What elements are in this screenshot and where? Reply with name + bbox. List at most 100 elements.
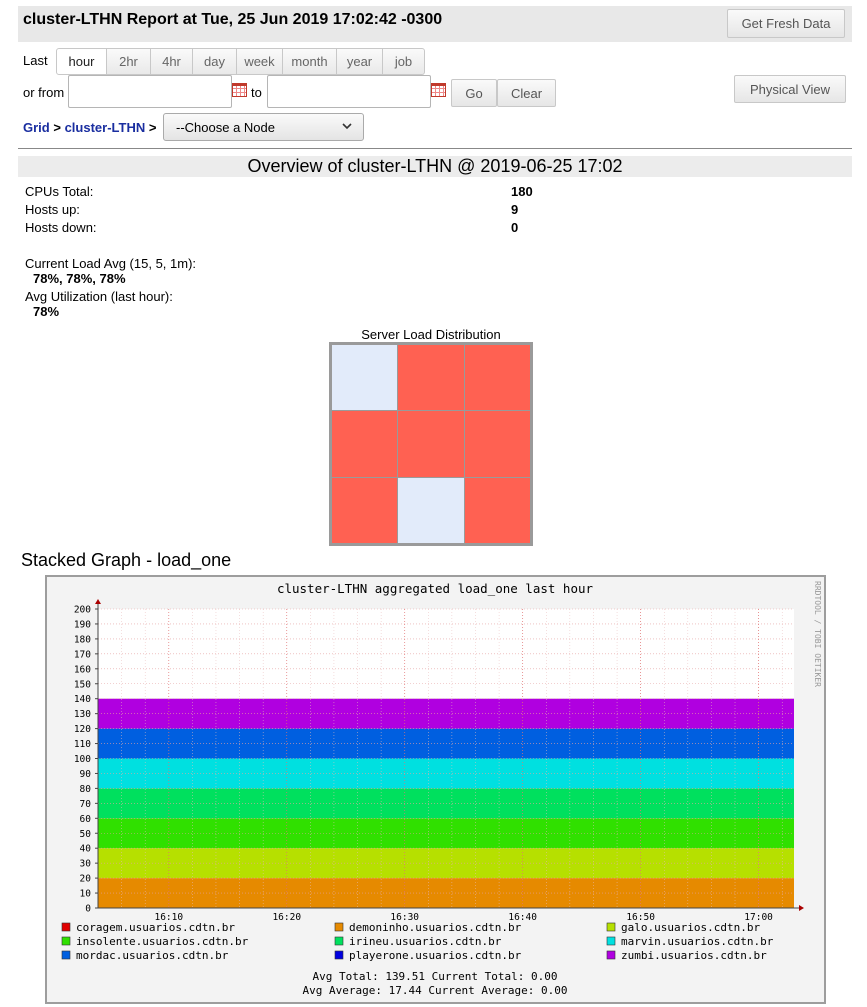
y-tick-label: 20	[80, 874, 92, 885]
legend-swatch	[61, 936, 71, 946]
get-fresh-data-button[interactable]: Get Fresh Data	[727, 9, 845, 38]
chart-watermark: RRDTOOL / TOBI OETIKER	[813, 581, 822, 687]
breadcrumb-cluster-link[interactable]: cluster-LTHN	[65, 120, 146, 135]
to-date-input[interactable]	[267, 75, 431, 108]
legend-label: demoninho.usuarios.cdtn.br	[349, 921, 522, 934]
legend-swatch	[334, 950, 344, 960]
breadcrumb-grid-link[interactable]: Grid	[23, 120, 50, 135]
hosts-up-value: 9	[511, 202, 519, 217]
legend-swatch	[606, 936, 616, 946]
y-tick-label: 120	[74, 724, 91, 735]
avg-utilization-value: 78%	[33, 304, 60, 319]
server-load-cell[interactable]	[464, 411, 530, 477]
y-tick-label: 130	[74, 709, 91, 720]
y-tick-label: 100	[74, 754, 91, 765]
server-load-cell[interactable]	[398, 477, 464, 543]
server-load-cell[interactable]	[398, 345, 464, 411]
calendar-icon[interactable]	[431, 83, 446, 97]
y-tick-label: 110	[74, 739, 91, 750]
legend-label: playerone.usuarios.cdtn.br	[349, 949, 522, 962]
chart-title: cluster-LTHN aggregated load_one last ho…	[277, 581, 594, 596]
range-button-2hr[interactable]: 2hr	[107, 48, 151, 75]
load-one-graph[interactable]: cluster-LTHN aggregated load_one last ho…	[45, 575, 826, 1004]
y-tick-label: 70	[80, 799, 92, 810]
chevron-down-icon	[342, 123, 352, 130]
y-tick-label: 180	[74, 634, 91, 645]
server-load-cell[interactable]	[332, 345, 398, 411]
range-button-4hr[interactable]: 4hr	[151, 48, 193, 75]
averages-summary: Avg Average: 17.44 Current Average: 0.00	[303, 984, 568, 997]
last-label: Last	[23, 53, 48, 68]
legend-swatch	[61, 922, 71, 932]
hosts-down-label: Hosts down:	[25, 220, 97, 235]
hosts-up-label: Hosts up:	[25, 202, 80, 217]
hosts-down-value: 0	[511, 220, 519, 235]
server-load-heatmap	[329, 342, 533, 546]
y-tick-label: 80	[80, 784, 92, 795]
legend-swatch	[606, 922, 616, 932]
or-from-label: or from	[23, 85, 65, 100]
y-axis-arrow	[95, 599, 101, 604]
legend-label: insolente.usuarios.cdtn.br	[76, 935, 249, 948]
physical-view-button[interactable]: Physical View	[734, 75, 846, 103]
y-tick-label: 90	[80, 769, 92, 780]
server-load-title: Server Load Distribution	[361, 327, 501, 342]
clear-button[interactable]: Clear	[497, 79, 556, 107]
overview-title: Overview of cluster-LTHN @ 2019-06-25 17…	[18, 156, 852, 177]
server-load-cell[interactable]	[332, 477, 398, 543]
range-button-year[interactable]: year	[337, 48, 383, 75]
legend-label: coragem.usuarios.cdtn.br	[76, 921, 235, 934]
y-tick-label: 50	[80, 829, 92, 840]
range-button-job[interactable]: job	[383, 48, 425, 75]
y-tick-label: 140	[74, 694, 91, 705]
legend-label: marvin.usuarios.cdtn.br	[621, 935, 774, 948]
range-button-week[interactable]: week	[237, 48, 283, 75]
node-select-value: --Choose a Node	[176, 119, 275, 135]
legend-swatch	[61, 950, 71, 960]
legend-label: zumbi.usuarios.cdtn.br	[621, 949, 767, 962]
report-header: cluster-LTHN Report at Tue, 25 Jun 2019 …	[18, 6, 852, 42]
server-load-cell[interactable]	[464, 345, 530, 411]
from-date-input[interactable]	[68, 75, 232, 108]
report-title: cluster-LTHN Report at Tue, 25 Jun 2019 …	[23, 11, 443, 28]
node-select[interactable]: --Choose a Node	[163, 113, 364, 141]
cpus-total-label: CPUs Total:	[25, 184, 94, 199]
range-button-day[interactable]: day	[193, 48, 237, 75]
range-button-hour[interactable]: hour	[56, 48, 107, 75]
x-tick-label: 16:20	[272, 912, 301, 923]
y-tick-label: 0	[85, 904, 91, 915]
stacked-graph-title: Stacked Graph - load_one	[21, 550, 232, 570]
legend-label: galo.usuarios.cdtn.br	[621, 921, 760, 934]
go-button[interactable]: Go	[451, 79, 497, 107]
load-one-chart: cluster-LTHN aggregated load_one last ho…	[61, 581, 822, 997]
y-tick-label: 160	[74, 664, 91, 675]
range-button-month[interactable]: month	[283, 48, 337, 75]
y-tick-label: 150	[74, 679, 91, 690]
y-tick-label: 60	[80, 814, 92, 825]
server-load-cell[interactable]	[398, 411, 464, 477]
divider	[18, 148, 852, 149]
breadcrumb-separator: >	[148, 120, 157, 135]
load-avg-value: 78%, 78%, 78%	[33, 271, 126, 286]
time-range-selector: hour 2hr 4hr day week month year job	[56, 48, 425, 75]
calendar-icon[interactable]	[232, 83, 247, 97]
y-tick-label: 40	[80, 844, 92, 855]
y-tick-label: 200	[74, 605, 91, 616]
x-axis-arrow	[799, 905, 804, 911]
totals-summary: Avg Total: 139.51 Current Total: 0.00	[312, 970, 557, 983]
to-label: to	[251, 85, 262, 100]
legend-swatch	[334, 936, 344, 946]
y-tick-label: 30	[80, 859, 92, 870]
legend-label: irineu.usuarios.cdtn.br	[349, 935, 502, 948]
legend-swatch	[334, 922, 344, 932]
y-tick-label: 170	[74, 649, 91, 660]
server-load-cell[interactable]	[464, 477, 530, 543]
legend-label: mordac.usuarios.cdtn.br	[76, 949, 229, 962]
y-tick-label: 190	[74, 619, 91, 630]
load-avg-label: Current Load Avg (15, 5, 1m):	[25, 256, 197, 271]
cpus-total-value: 180	[511, 184, 533, 199]
breadcrumb: Grid > cluster-LTHN >	[23, 120, 156, 135]
server-load-cell[interactable]	[332, 411, 398, 477]
y-tick-label: 10	[80, 889, 92, 900]
breadcrumb-separator: >	[53, 120, 61, 135]
